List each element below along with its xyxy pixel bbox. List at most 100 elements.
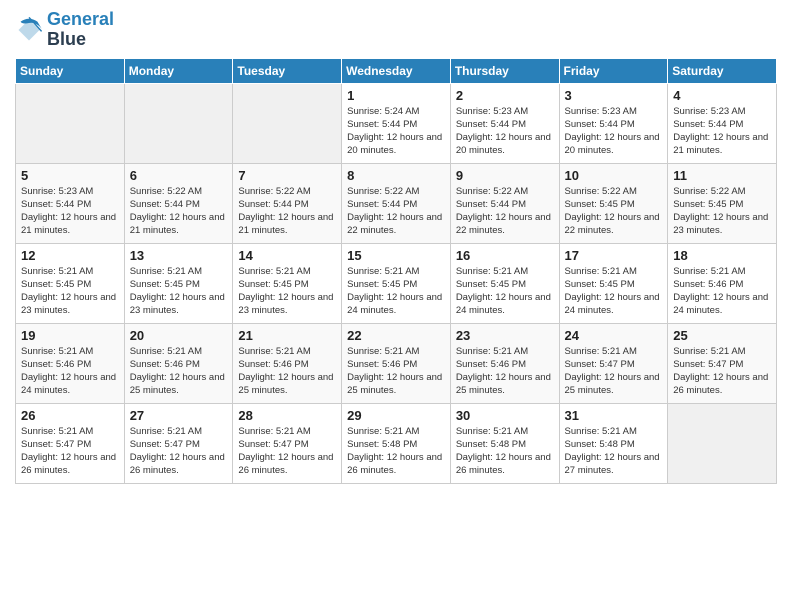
day-info: Sunrise: 5:21 AMSunset: 5:45 PMDaylight:… — [238, 265, 336, 318]
column-header-monday: Monday — [124, 58, 233, 83]
calendar-cell: 21 Sunrise: 5:21 AMSunset: 5:46 PMDayligh… — [233, 323, 342, 403]
calendar-cell: 19 Sunrise: 5:21 AMSunset: 5:46 PMDayligh… — [16, 323, 125, 403]
day-number: 13 — [130, 248, 228, 263]
day-number: 17 — [565, 248, 663, 263]
day-info: Sunrise: 5:22 AMSunset: 5:44 PMDaylight:… — [130, 185, 228, 238]
day-number: 9 — [456, 168, 554, 183]
day-info: Sunrise: 5:21 AMSunset: 5:45 PMDaylight:… — [347, 265, 445, 318]
day-info: Sunrise: 5:21 AMSunset: 5:48 PMDaylight:… — [565, 425, 663, 478]
calendar-cell: 24 Sunrise: 5:21 AMSunset: 5:47 PMDayligh… — [559, 323, 668, 403]
day-info: Sunrise: 5:21 AMSunset: 5:46 PMDaylight:… — [21, 345, 119, 398]
calendar-cell: 17 Sunrise: 5:21 AMSunset: 5:45 PMDayligh… — [559, 243, 668, 323]
column-header-thursday: Thursday — [450, 58, 559, 83]
day-info: Sunrise: 5:22 AMSunset: 5:44 PMDaylight:… — [238, 185, 336, 238]
day-number: 20 — [130, 328, 228, 343]
calendar-cell: 14 Sunrise: 5:21 AMSunset: 5:45 PMDayligh… — [233, 243, 342, 323]
day-number: 2 — [456, 88, 554, 103]
calendar-cell: 13 Sunrise: 5:21 AMSunset: 5:45 PMDayligh… — [124, 243, 233, 323]
calendar-week-5: 26 Sunrise: 5:21 AMSunset: 5:47 PMDayligh… — [16, 403, 777, 483]
day-number: 30 — [456, 408, 554, 423]
day-info: Sunrise: 5:21 AMSunset: 5:47 PMDaylight:… — [565, 345, 663, 398]
column-header-wednesday: Wednesday — [342, 58, 451, 83]
calendar-cell: 16Sunrise: 5:21 AMSunset: 5:45 PMDayligh… — [450, 243, 559, 323]
page-header: General Blue — [15, 10, 777, 50]
day-number: 15 — [347, 248, 445, 263]
day-number: 26 — [21, 408, 119, 423]
day-info: Sunrise: 5:21 AMSunset: 5:46 PMDaylight:… — [673, 265, 771, 318]
day-number: 7 — [238, 168, 336, 183]
calendar-cell: 26 Sunrise: 5:21 AMSunset: 5:47 PMDayligh… — [16, 403, 125, 483]
calendar-cell: 22 Sunrise: 5:21 AMSunset: 5:46 PMDayligh… — [342, 323, 451, 403]
day-number: 21 — [238, 328, 336, 343]
day-info: Sunrise: 5:21 AMSunset: 5:47 PMDaylight:… — [130, 425, 228, 478]
day-info: Sunrise: 5:23 AMSunset: 5:44 PMDaylight:… — [565, 105, 663, 158]
day-info: Sunrise: 5:22 AMSunset: 5:44 PMDaylight:… — [456, 185, 554, 238]
calendar-cell: 6 Sunrise: 5:22 AMSunset: 5:44 PMDaylight… — [124, 163, 233, 243]
calendar-week-1: 1 Sunrise: 5:24 AMSunset: 5:44 PMDaylight… — [16, 83, 777, 163]
calendar-cell: 7 Sunrise: 5:22 AMSunset: 5:44 PMDaylight… — [233, 163, 342, 243]
calendar-cell: 1 Sunrise: 5:24 AMSunset: 5:44 PMDaylight… — [342, 83, 451, 163]
column-header-friday: Friday — [559, 58, 668, 83]
calendar-week-3: 12Sunrise: 5:21 AMSunset: 5:45 PMDayligh… — [16, 243, 777, 323]
day-info: Sunrise: 5:21 AMSunset: 5:46 PMDaylight:… — [456, 345, 554, 398]
calendar-cell: 31 Sunrise: 5:21 AMSunset: 5:48 PMDayligh… — [559, 403, 668, 483]
calendar-cell: 28 Sunrise: 5:21 AMSunset: 5:47 PMDayligh… — [233, 403, 342, 483]
calendar-cell: 12Sunrise: 5:21 AMSunset: 5:45 PMDayligh… — [16, 243, 125, 323]
day-info: Sunrise: 5:21 AMSunset: 5:45 PMDaylight:… — [456, 265, 554, 318]
day-number: 1 — [347, 88, 445, 103]
day-number: 14 — [238, 248, 336, 263]
day-info: Sunrise: 5:24 AMSunset: 5:44 PMDaylight:… — [347, 105, 445, 158]
day-number: 10 — [565, 168, 663, 183]
calendar-cell: 29Sunrise: 5:21 AMSunset: 5:48 PMDayligh… — [342, 403, 451, 483]
calendar-cell: 10 Sunrise: 5:22 AMSunset: 5:45 PMDayligh… — [559, 163, 668, 243]
day-info: Sunrise: 5:21 AMSunset: 5:45 PMDaylight:… — [565, 265, 663, 318]
day-info: Sunrise: 5:21 AMSunset: 5:48 PMDaylight:… — [456, 425, 554, 478]
day-number: 19 — [21, 328, 119, 343]
day-number: 8 — [347, 168, 445, 183]
day-number: 31 — [565, 408, 663, 423]
day-info: Sunrise: 5:21 AMSunset: 5:46 PMDaylight:… — [347, 345, 445, 398]
calendar-cell — [16, 83, 125, 163]
day-number: 28 — [238, 408, 336, 423]
day-number: 22 — [347, 328, 445, 343]
day-info: Sunrise: 5:21 AMSunset: 5:47 PMDaylight:… — [21, 425, 119, 478]
day-info: Sunrise: 5:21 AMSunset: 5:45 PMDaylight:… — [21, 265, 119, 318]
day-number: 6 — [130, 168, 228, 183]
calendar-cell: 9 Sunrise: 5:22 AMSunset: 5:44 PMDaylight… — [450, 163, 559, 243]
column-header-tuesday: Tuesday — [233, 58, 342, 83]
calendar-table: SundayMondayTuesdayWednesdayThursdayFrid… — [15, 58, 777, 484]
calendar-cell: 8 Sunrise: 5:22 AMSunset: 5:44 PMDaylight… — [342, 163, 451, 243]
column-header-sunday: Sunday — [16, 58, 125, 83]
calendar-cell: 2Sunrise: 5:23 AMSunset: 5:44 PMDaylight… — [450, 83, 559, 163]
day-info: Sunrise: 5:21 AMSunset: 5:47 PMDaylight:… — [673, 345, 771, 398]
day-number: 11 — [673, 168, 771, 183]
calendar-cell: 30 Sunrise: 5:21 AMSunset: 5:48 PMDayligh… — [450, 403, 559, 483]
calendar-week-4: 19 Sunrise: 5:21 AMSunset: 5:46 PMDayligh… — [16, 323, 777, 403]
calendar-cell — [233, 83, 342, 163]
day-number: 3 — [565, 88, 663, 103]
calendar-cell: 18Sunrise: 5:21 AMSunset: 5:46 PMDayligh… — [668, 243, 777, 323]
calendar-header-row: SundayMondayTuesdayWednesdayThursdayFrid… — [16, 58, 777, 83]
calendar-cell: 27 Sunrise: 5:21 AMSunset: 5:47 PMDayligh… — [124, 403, 233, 483]
day-info: Sunrise: 5:22 AMSunset: 5:45 PMDaylight:… — [673, 185, 771, 238]
day-number: 5 — [21, 168, 119, 183]
calendar-cell: 4Sunrise: 5:23 AMSunset: 5:44 PMDaylight… — [668, 83, 777, 163]
calendar-cell: 11 Sunrise: 5:22 AMSunset: 5:45 PMDayligh… — [668, 163, 777, 243]
day-number: 27 — [130, 408, 228, 423]
day-info: Sunrise: 5:22 AMSunset: 5:45 PMDaylight:… — [565, 185, 663, 238]
day-info: Sunrise: 5:21 AMSunset: 5:46 PMDaylight:… — [130, 345, 228, 398]
calendar-cell — [668, 403, 777, 483]
logo: General Blue — [15, 10, 114, 50]
calendar-cell: 15 Sunrise: 5:21 AMSunset: 5:45 PMDayligh… — [342, 243, 451, 323]
day-number: 24 — [565, 328, 663, 343]
day-info: Sunrise: 5:22 AMSunset: 5:44 PMDaylight:… — [347, 185, 445, 238]
day-info: Sunrise: 5:23 AMSunset: 5:44 PMDaylight:… — [21, 185, 119, 238]
day-info: Sunrise: 5:21 AMSunset: 5:45 PMDaylight:… — [130, 265, 228, 318]
calendar-cell: 3 Sunrise: 5:23 AMSunset: 5:44 PMDaylight… — [559, 83, 668, 163]
calendar-cell — [124, 83, 233, 163]
day-info: Sunrise: 5:21 AMSunset: 5:46 PMDaylight:… — [238, 345, 336, 398]
calendar-cell: 25Sunrise: 5:21 AMSunset: 5:47 PMDayligh… — [668, 323, 777, 403]
day-info: Sunrise: 5:21 AMSunset: 5:48 PMDaylight:… — [347, 425, 445, 478]
day-info: Sunrise: 5:21 AMSunset: 5:47 PMDaylight:… — [238, 425, 336, 478]
column-header-saturday: Saturday — [668, 58, 777, 83]
